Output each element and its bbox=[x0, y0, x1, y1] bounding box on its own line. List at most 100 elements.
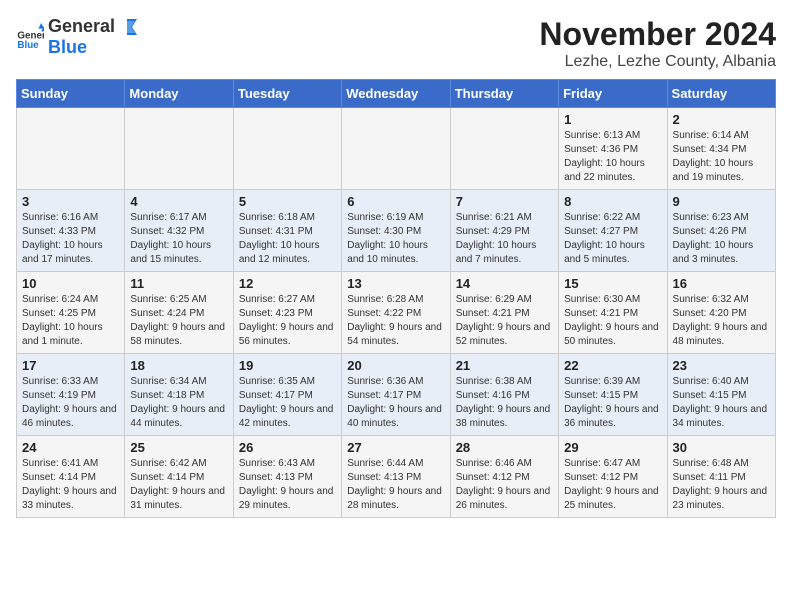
day-number: 4 bbox=[130, 194, 227, 209]
day-number: 29 bbox=[564, 440, 661, 455]
day-number: 17 bbox=[22, 358, 119, 373]
calendar-cell: 8Sunrise: 6:22 AM Sunset: 4:27 PM Daylig… bbox=[559, 190, 667, 272]
day-info: Sunrise: 6:33 AM Sunset: 4:19 PM Dayligh… bbox=[22, 375, 119, 431]
calendar-table: Sunday Monday Tuesday Wednesday Thursday… bbox=[16, 79, 776, 518]
calendar-week-row: 10 Sunrise: 6:24 AM Sunset: 4:25 PM Dayli… bbox=[17, 272, 776, 354]
day-number: 7 bbox=[456, 194, 553, 209]
calendar-cell bbox=[125, 108, 233, 190]
day-number: 27 bbox=[347, 440, 444, 455]
day-number: 22 bbox=[564, 358, 661, 373]
day-info: Sunrise: 6:41 AM Sunset: 4:14 PM Dayligh… bbox=[22, 457, 119, 513]
logo-text-blue: Blue bbox=[48, 37, 87, 57]
calendar-cell: 6 Sunrise: 6:19 AM Sunset: 4:30 PM Daylig… bbox=[342, 190, 450, 272]
day-info: Sunrise: 6:17 AM Sunset: 4:32 PM Dayligh… bbox=[130, 211, 227, 267]
day-info: Sunrise: 6:29 AM Sunset: 4:21 PM Dayligh… bbox=[456, 293, 553, 349]
day-info: Sunrise: 6:44 AM Sunset: 4:13 PM Dayligh… bbox=[347, 457, 444, 513]
col-thursday: Thursday bbox=[450, 80, 558, 108]
col-monday: Monday bbox=[125, 80, 233, 108]
day-info: Sunrise: 6:24 AM Sunset: 4:25 PM Dayligh… bbox=[22, 293, 119, 349]
calendar-cell: 14 Sunrise: 6:29 AM Sunset: 4:21 PM Dayli… bbox=[450, 272, 558, 354]
calendar-cell: 22 Sunrise: 6:39 AM Sunset: 4:15 PM Dayli… bbox=[559, 354, 667, 436]
day-info: Sunrise: 6:22 AM Sunset: 4:27 PM Dayligh… bbox=[564, 211, 661, 267]
day-info: Sunrise: 6:32 AM Sunset: 4:20 PM Dayligh… bbox=[673, 293, 770, 349]
day-number: 5 bbox=[239, 194, 336, 209]
day-number: 26 bbox=[239, 440, 336, 455]
day-number: 6 bbox=[347, 194, 444, 209]
day-number: 24 bbox=[22, 440, 119, 455]
day-info: Sunrise: 6:19 AM Sunset: 4:30 PM Dayligh… bbox=[347, 211, 444, 267]
col-wednesday: Wednesday bbox=[342, 80, 450, 108]
calendar-cell: 20 Sunrise: 6:36 AM Sunset: 4:17 PM Dayli… bbox=[342, 354, 450, 436]
day-number: 2 bbox=[673, 112, 770, 127]
calendar-cell: 28 Sunrise: 6:46 AM Sunset: 4:12 PM Dayli… bbox=[450, 436, 558, 518]
logo-icon: General Blue bbox=[16, 23, 44, 51]
calendar-cell: 2Sunrise: 6:14 AM Sunset: 4:34 PM Daylig… bbox=[667, 108, 775, 190]
day-number: 13 bbox=[347, 276, 444, 291]
day-number: 30 bbox=[673, 440, 770, 455]
calendar-cell: 9Sunrise: 6:23 AM Sunset: 4:26 PM Daylig… bbox=[667, 190, 775, 272]
day-number: 19 bbox=[239, 358, 336, 373]
day-info: Sunrise: 6:21 AM Sunset: 4:29 PM Dayligh… bbox=[456, 211, 553, 267]
page-subtitle: Lezhe, Lezhe County, Albania bbox=[539, 53, 776, 71]
day-number: 20 bbox=[347, 358, 444, 373]
calendar-cell: 17 Sunrise: 6:33 AM Sunset: 4:19 PM Dayli… bbox=[17, 354, 125, 436]
day-number: 28 bbox=[456, 440, 553, 455]
svg-text:Blue: Blue bbox=[17, 40, 39, 51]
col-friday: Friday bbox=[559, 80, 667, 108]
day-number: 1 bbox=[564, 112, 661, 127]
day-number: 11 bbox=[130, 276, 227, 291]
calendar-cell: 1 Sunrise: 6:13 AM Sunset: 4:36 PM Daylig… bbox=[559, 108, 667, 190]
calendar-cell bbox=[342, 108, 450, 190]
calendar-week-row: 3 Sunrise: 6:16 AM Sunset: 4:33 PM Daylig… bbox=[17, 190, 776, 272]
calendar-cell bbox=[450, 108, 558, 190]
day-info: Sunrise: 6:13 AM Sunset: 4:36 PM Dayligh… bbox=[564, 129, 661, 185]
day-info: Sunrise: 6:34 AM Sunset: 4:18 PM Dayligh… bbox=[130, 375, 227, 431]
calendar-cell: 24 Sunrise: 6:41 AM Sunset: 4:14 PM Dayli… bbox=[17, 436, 125, 518]
calendar-cell: 4 Sunrise: 6:17 AM Sunset: 4:32 PM Daylig… bbox=[125, 190, 233, 272]
col-sunday: Sunday bbox=[17, 80, 125, 108]
day-number: 21 bbox=[456, 358, 553, 373]
day-info: Sunrise: 6:27 AM Sunset: 4:23 PM Dayligh… bbox=[239, 293, 336, 349]
logo-text-general: General bbox=[48, 16, 115, 37]
day-info: Sunrise: 6:46 AM Sunset: 4:12 PM Dayligh… bbox=[456, 457, 553, 513]
day-info: Sunrise: 6:48 AM Sunset: 4:11 PM Dayligh… bbox=[673, 457, 770, 513]
calendar-cell: 7 Sunrise: 6:21 AM Sunset: 4:29 PM Daylig… bbox=[450, 190, 558, 272]
day-number: 14 bbox=[456, 276, 553, 291]
calendar-week-row: 24 Sunrise: 6:41 AM Sunset: 4:14 PM Dayli… bbox=[17, 436, 776, 518]
day-info: Sunrise: 6:36 AM Sunset: 4:17 PM Dayligh… bbox=[347, 375, 444, 431]
calendar-cell: 12 Sunrise: 6:27 AM Sunset: 4:23 PM Dayli… bbox=[233, 272, 341, 354]
calendar-cell: 5Sunrise: 6:18 AM Sunset: 4:31 PM Daylig… bbox=[233, 190, 341, 272]
day-info: Sunrise: 6:38 AM Sunset: 4:16 PM Dayligh… bbox=[456, 375, 553, 431]
day-info: Sunrise: 6:25 AM Sunset: 4:24 PM Dayligh… bbox=[130, 293, 227, 349]
day-number: 23 bbox=[673, 358, 770, 373]
calendar-cell: 30 Sunrise: 6:48 AM Sunset: 4:11 PM Dayli… bbox=[667, 436, 775, 518]
calendar-cell: 18 Sunrise: 6:34 AM Sunset: 4:18 PM Dayli… bbox=[125, 354, 233, 436]
day-number: 18 bbox=[130, 358, 227, 373]
calendar-cell bbox=[17, 108, 125, 190]
calendar-cell: 16Sunrise: 6:32 AM Sunset: 4:20 PM Dayli… bbox=[667, 272, 775, 354]
day-info: Sunrise: 6:42 AM Sunset: 4:14 PM Dayligh… bbox=[130, 457, 227, 513]
calendar-cell: 11 Sunrise: 6:25 AM Sunset: 4:24 PM Dayli… bbox=[125, 272, 233, 354]
day-info: Sunrise: 6:47 AM Sunset: 4:12 PM Dayligh… bbox=[564, 457, 661, 513]
calendar-cell: 23Sunrise: 6:40 AM Sunset: 4:15 PM Dayli… bbox=[667, 354, 775, 436]
logo-flag-icon bbox=[117, 17, 137, 37]
title-block: November 2024 Lezhe, Lezhe County, Alban… bbox=[539, 16, 776, 71]
day-info: Sunrise: 6:28 AM Sunset: 4:22 PM Dayligh… bbox=[347, 293, 444, 349]
day-number: 3 bbox=[22, 194, 119, 209]
day-number: 12 bbox=[239, 276, 336, 291]
day-number: 10 bbox=[22, 276, 119, 291]
calendar-week-row: 1 Sunrise: 6:13 AM Sunset: 4:36 PM Daylig… bbox=[17, 108, 776, 190]
day-info: Sunrise: 6:35 AM Sunset: 4:17 PM Dayligh… bbox=[239, 375, 336, 431]
calendar-cell: 26Sunrise: 6:43 AM Sunset: 4:13 PM Dayli… bbox=[233, 436, 341, 518]
calendar-cell: 3 Sunrise: 6:16 AM Sunset: 4:33 PM Daylig… bbox=[17, 190, 125, 272]
col-tuesday: Tuesday bbox=[233, 80, 341, 108]
day-info: Sunrise: 6:16 AM Sunset: 4:33 PM Dayligh… bbox=[22, 211, 119, 267]
calendar-week-row: 17 Sunrise: 6:33 AM Sunset: 4:19 PM Dayli… bbox=[17, 354, 776, 436]
page-title: November 2024 bbox=[539, 16, 776, 53]
day-info: Sunrise: 6:39 AM Sunset: 4:15 PM Dayligh… bbox=[564, 375, 661, 431]
day-number: 25 bbox=[130, 440, 227, 455]
calendar-cell: 10 Sunrise: 6:24 AM Sunset: 4:25 PM Dayli… bbox=[17, 272, 125, 354]
calendar-cell: 21 Sunrise: 6:38 AM Sunset: 4:16 PM Dayli… bbox=[450, 354, 558, 436]
logo: General Blue General Blue bbox=[16, 16, 137, 58]
page-header: General Blue General Blue November 2024 … bbox=[16, 16, 776, 71]
